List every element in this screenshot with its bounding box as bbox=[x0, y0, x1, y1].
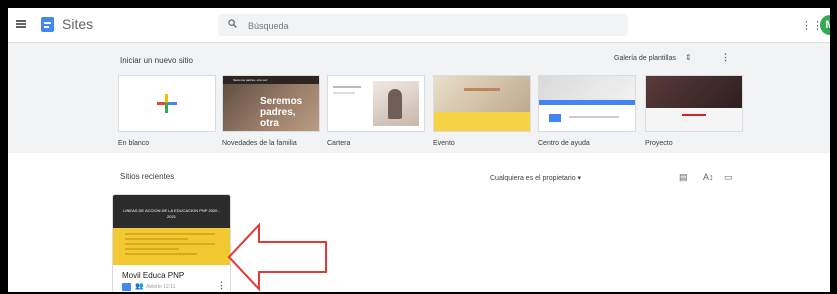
template-project[interactable]: Proyecto bbox=[645, 75, 743, 147]
section-title-recent: Sitios recientes bbox=[120, 172, 175, 181]
thumbnail-header-text: Seremos padres, otra vez bbox=[233, 78, 268, 82]
shared-people-icon: 👥 bbox=[135, 283, 144, 290]
template-portfolio[interactable]: Cartera bbox=[327, 75, 425, 147]
site-opened-date: Abierto 12:11 bbox=[146, 284, 176, 290]
thumbnail-header-text: LINEAS DE ACCION DE LA EDUCACION PNP 202… bbox=[123, 208, 220, 219]
template-thumbnail[interactable] bbox=[538, 75, 636, 132]
template-label: Evento bbox=[433, 140, 455, 147]
template-event[interactable]: Evento bbox=[433, 75, 531, 147]
sites-logo-icon bbox=[41, 17, 54, 32]
site-title[interactable]: Movil Educa PNP bbox=[122, 271, 184, 280]
template-gallery-section: Iniciar un nuevo sitio Galería de planti… bbox=[8, 43, 830, 153]
search-input[interactable] bbox=[246, 14, 620, 38]
template-label: Cartera bbox=[327, 140, 351, 147]
list-view-icon[interactable]: ▤ bbox=[679, 172, 688, 183]
sites-file-icon bbox=[122, 283, 131, 291]
owner-filter-dropdown[interactable]: Cualquiera es el propietario ▾ bbox=[490, 174, 581, 182]
thumbnail-text-lines bbox=[125, 233, 215, 258]
template-family-news[interactable]: Seremos padres, otra vez Seremos padres,… bbox=[222, 75, 320, 147]
template-help-center[interactable]: Centro de ayuda bbox=[538, 75, 636, 147]
recent-sites-section: Sitios recientes Cualquiera es el propie… bbox=[8, 154, 830, 292]
template-thumbnail[interactable] bbox=[118, 75, 216, 132]
template-gallery-button[interactable]: Galería de plantillas bbox=[614, 55, 676, 62]
top-bar: Sites ⋮⋮⋮ M bbox=[8, 8, 830, 43]
section-title-new-site: Iniciar un nuevo sitio bbox=[120, 56, 193, 65]
template-label: Novedades de la familia bbox=[222, 140, 297, 147]
search-box[interactable] bbox=[218, 14, 628, 38]
site-card[interactable]: LINEAS DE ACCION DE LA EDUCACION PNP 202… bbox=[112, 194, 231, 292]
avatar[interactable]: M bbox=[820, 15, 830, 35]
thumbnail-header: LINEAS DE ACCION DE LA EDUCACION PNP 202… bbox=[113, 195, 230, 228]
app-title: Sites bbox=[62, 16, 94, 32]
more-vert-icon[interactable]: ⋮ bbox=[217, 280, 226, 291]
template-thumbnail[interactable] bbox=[433, 75, 531, 132]
sort-az-icon[interactable]: A↕ bbox=[703, 172, 714, 182]
annotation-arrow-icon bbox=[227, 222, 327, 292]
site-thumbnail[interactable]: LINEAS DE ACCION DE LA EDUCACION PNP 202… bbox=[113, 195, 230, 265]
unfold-icon[interactable]: ⇕ bbox=[685, 53, 692, 62]
hamburger-menu-icon[interactable] bbox=[16, 20, 26, 28]
template-thumbnail[interactable]: Seremos padres, otra vez Seremos padres,… bbox=[222, 75, 320, 132]
more-vert-icon[interactable]: ⋮ bbox=[721, 52, 730, 63]
sites-window: Sites ⋮⋮⋮ M Iniciar un nuevo sitio Galer… bbox=[8, 8, 830, 292]
template-thumbnail[interactable] bbox=[645, 75, 743, 132]
folder-icon[interactable]: ▭ bbox=[724, 172, 733, 183]
plus-icon-vertical bbox=[165, 94, 168, 113]
template-label: Proyecto bbox=[645, 140, 673, 147]
thumbnail-overlay-text: Seremos padres, otra bbox=[260, 96, 303, 129]
template-label: Centro de ayuda bbox=[538, 140, 590, 147]
search-icon[interactable] bbox=[228, 19, 237, 28]
template-thumbnail[interactable] bbox=[327, 75, 425, 132]
template-blank[interactable]: En blanco bbox=[118, 75, 216, 147]
template-label: En blanco bbox=[118, 140, 150, 147]
